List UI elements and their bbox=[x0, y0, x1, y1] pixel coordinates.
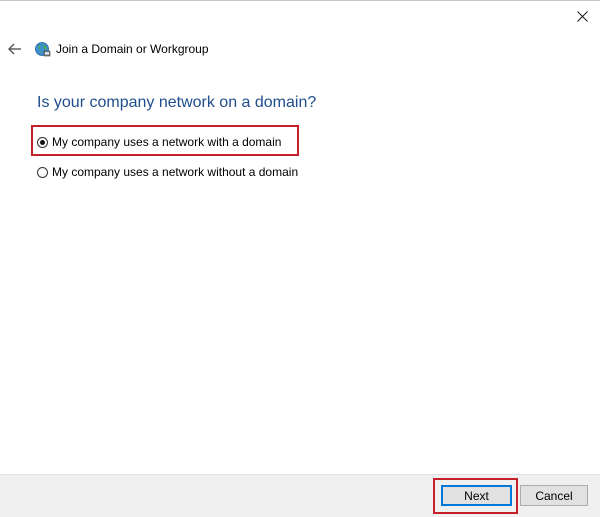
close-icon bbox=[576, 10, 588, 22]
wizard-window: Join a Domain or Workgroup Is your compa… bbox=[0, 0, 600, 517]
radio-option-label: My company uses a network without a doma… bbox=[52, 165, 299, 179]
radio-button-unselected[interactable] bbox=[37, 166, 48, 178]
cancel-button[interactable]: Cancel bbox=[520, 485, 588, 506]
back-arrow-icon bbox=[8, 43, 21, 55]
wizard-title: Join a Domain or Workgroup bbox=[56, 42, 209, 56]
wizard-header: Join a Domain or Workgroup bbox=[6, 37, 209, 61]
page-heading: Is your company network on a domain? bbox=[37, 94, 317, 111]
radio-option-with-domain[interactable]: My company uses a network with a domain bbox=[37, 133, 281, 151]
next-button[interactable]: Next bbox=[441, 485, 512, 506]
back-button[interactable] bbox=[6, 40, 24, 58]
network-globe-icon bbox=[34, 41, 51, 58]
radio-option-without-domain[interactable]: My company uses a network without a doma… bbox=[37, 163, 298, 181]
close-button[interactable] bbox=[570, 5, 594, 27]
radio-button-selected[interactable] bbox=[37, 136, 48, 148]
radio-option-label: My company uses a network with a domain bbox=[52, 135, 282, 149]
wizard-footer: Next Cancel bbox=[0, 474, 600, 517]
